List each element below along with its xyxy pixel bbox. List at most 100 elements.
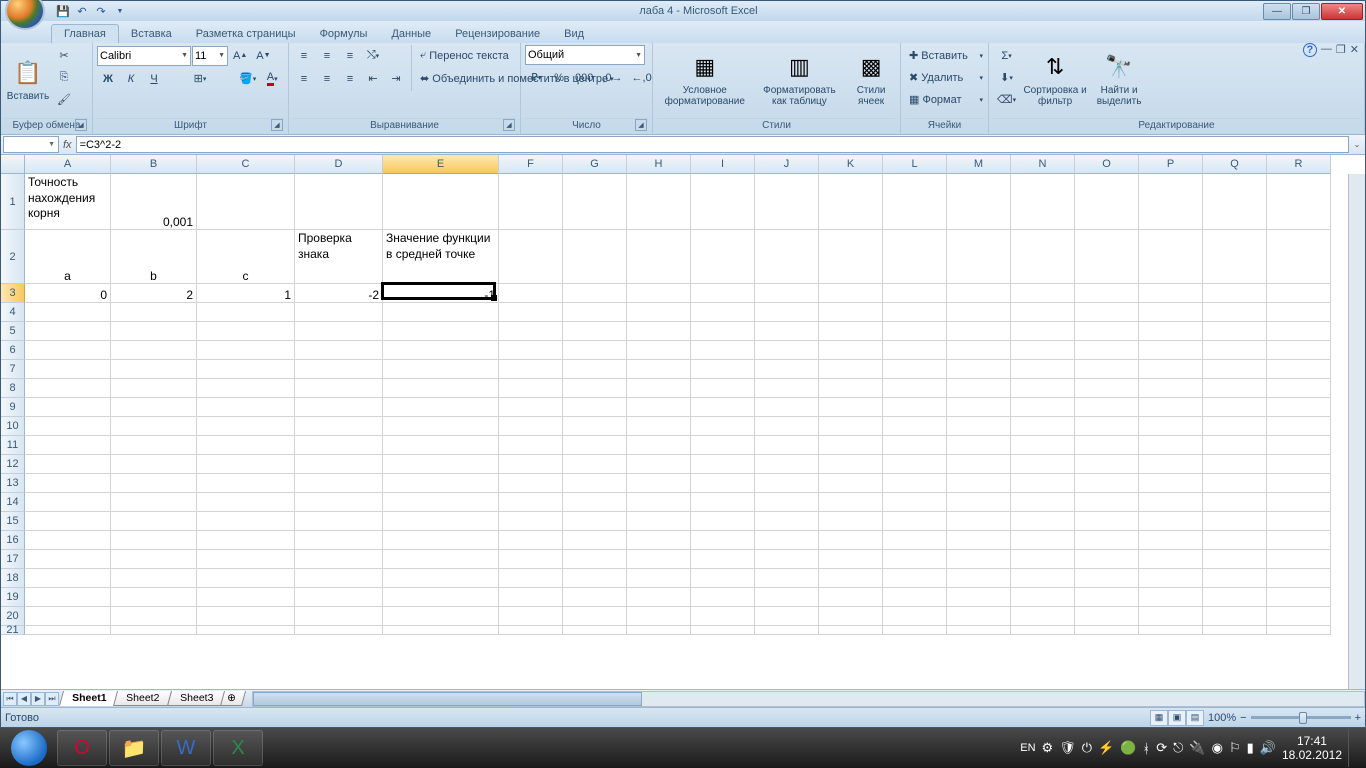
new-sheet-button[interactable]: ⊕ (220, 691, 246, 706)
cell-E2[interactable]: Значение функции в средней точке (383, 230, 499, 284)
cell-K16[interactable] (819, 531, 883, 550)
cell-L4[interactable] (883, 303, 947, 322)
page-layout-view-button[interactable]: ▣ (1168, 710, 1186, 726)
cell-J1[interactable] (755, 174, 819, 230)
cell-E15[interactable] (383, 512, 499, 531)
cell-N19[interactable] (1011, 588, 1075, 607)
cell-H19[interactable] (627, 588, 691, 607)
cell-H20[interactable] (627, 607, 691, 626)
cell-A2[interactable]: a (25, 230, 111, 284)
cell-G20[interactable] (563, 607, 627, 626)
cell-B12[interactable] (111, 455, 197, 474)
row-header-18[interactable]: 18 (1, 569, 25, 588)
cell-D6[interactable] (295, 341, 383, 360)
cell-E4[interactable] (383, 303, 499, 322)
cell-P17[interactable] (1139, 550, 1203, 569)
cell-K13[interactable] (819, 474, 883, 493)
cell-C18[interactable] (197, 569, 295, 588)
cell-B3[interactable]: 2 (111, 284, 197, 303)
cell-M9[interactable] (947, 398, 1011, 417)
cell-N1[interactable] (1011, 174, 1075, 230)
cell-P7[interactable] (1139, 360, 1203, 379)
cell-N2[interactable] (1011, 230, 1075, 284)
cell-L14[interactable] (883, 493, 947, 512)
cell-C20[interactable] (197, 607, 295, 626)
cell-J21[interactable] (755, 626, 819, 635)
cell-K6[interactable] (819, 341, 883, 360)
cell-A18[interactable] (25, 569, 111, 588)
row-header-2[interactable]: 2 (1, 230, 25, 284)
cell-G6[interactable] (563, 341, 627, 360)
cell-O3[interactable] (1075, 284, 1139, 303)
cell-M2[interactable] (947, 230, 1011, 284)
cell-J13[interactable] (755, 474, 819, 493)
cell-R2[interactable] (1267, 230, 1331, 284)
taskbar-opera[interactable]: O (57, 730, 107, 766)
cell-O14[interactable] (1075, 493, 1139, 512)
find-select-button[interactable]: 🔭 Найти и выделить (1090, 45, 1148, 113)
cell-G9[interactable] (563, 398, 627, 417)
cell-Q3[interactable] (1203, 284, 1267, 303)
cell-C9[interactable] (197, 398, 295, 417)
align-top-button[interactable]: ≡ (293, 45, 315, 66)
cell-L13[interactable] (883, 474, 947, 493)
delete-cells-button[interactable]: ✖ Удалить▾ (905, 67, 987, 88)
cell-R5[interactable] (1267, 322, 1331, 341)
cell-E9[interactable] (383, 398, 499, 417)
cell-Q6[interactable] (1203, 341, 1267, 360)
cell-I6[interactable] (691, 341, 755, 360)
cell-G2[interactable] (563, 230, 627, 284)
cell-P20[interactable] (1139, 607, 1203, 626)
cell-J5[interactable] (755, 322, 819, 341)
row-header-1[interactable]: 1 (1, 174, 25, 230)
cell-P14[interactable] (1139, 493, 1203, 512)
cell-I11[interactable] (691, 436, 755, 455)
bold-button[interactable]: Ж (97, 68, 119, 89)
cell-O4[interactable] (1075, 303, 1139, 322)
cell-G5[interactable] (563, 322, 627, 341)
cell-R17[interactable] (1267, 550, 1331, 569)
cell-D13[interactable] (295, 474, 383, 493)
cell-G14[interactable] (563, 493, 627, 512)
cell-L18[interactable] (883, 569, 947, 588)
cell-B2[interactable]: b (111, 230, 197, 284)
cell-L3[interactable] (883, 284, 947, 303)
cell-A21[interactable] (25, 626, 111, 635)
cell-Q4[interactable] (1203, 303, 1267, 322)
cell-L17[interactable] (883, 550, 947, 569)
cell-J11[interactable] (755, 436, 819, 455)
cell-M7[interactable] (947, 360, 1011, 379)
format-painter-button[interactable]: 🖌 (53, 89, 75, 110)
cell-K18[interactable] (819, 569, 883, 588)
cell-R21[interactable] (1267, 626, 1331, 635)
cell-F18[interactable] (499, 569, 563, 588)
tray-icon-3[interactable]: ⏻ (1082, 740, 1092, 756)
cell-B7[interactable] (111, 360, 197, 379)
horizontal-scrollbar[interactable] (252, 691, 1365, 707)
cell-F16[interactable] (499, 531, 563, 550)
sort-filter-button[interactable]: ⇅ Сортировка и фильтр (1022, 45, 1088, 113)
cell-C12[interactable] (197, 455, 295, 474)
italic-button[interactable]: К (120, 68, 142, 89)
cell-F7[interactable] (499, 360, 563, 379)
formula-input[interactable]: =C3^2-2 (76, 136, 1349, 153)
cell-I20[interactable] (691, 607, 755, 626)
row-header-19[interactable]: 19 (1, 588, 25, 607)
shrink-font-button[interactable]: A▼ (252, 45, 274, 66)
cell-G15[interactable] (563, 512, 627, 531)
cell-C14[interactable] (197, 493, 295, 512)
cell-J16[interactable] (755, 531, 819, 550)
network-icon[interactable]: ▮ (1247, 740, 1254, 756)
insert-cells-button[interactable]: ✚ Вставить▾ (905, 45, 987, 66)
font-color-button[interactable]: A▾ (261, 68, 283, 89)
cell-A13[interactable] (25, 474, 111, 493)
cell-P15[interactable] (1139, 512, 1203, 531)
qat-customize-icon[interactable]: ▼ (112, 3, 128, 19)
cell-G18[interactable] (563, 569, 627, 588)
cell-O16[interactable] (1075, 531, 1139, 550)
cell-L9[interactable] (883, 398, 947, 417)
cell-A5[interactable] (25, 322, 111, 341)
cell-B15[interactable] (111, 512, 197, 531)
cell-D7[interactable] (295, 360, 383, 379)
cell-B13[interactable] (111, 474, 197, 493)
